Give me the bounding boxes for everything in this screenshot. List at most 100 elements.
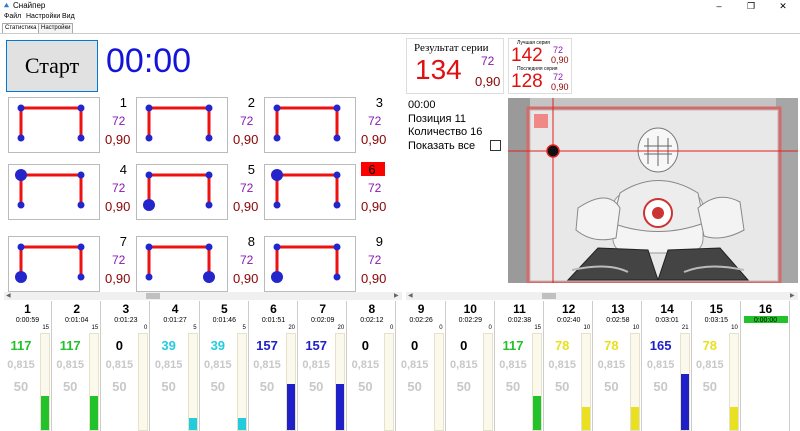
info-count: Количество 16 [408,126,482,140]
target-dot-icon [143,199,155,211]
shot-level-bar [433,333,444,431]
target-dot-icon [145,171,153,179]
position-number: 6 [361,162,385,177]
shot-column[interactable]: 15 0:03:15 10 78 0,815 50 [692,301,741,431]
shot-number: 7 [319,302,327,316]
shot-time: 0:01:27 [163,317,187,324]
shot-column[interactable]: 16 0:00:00 [742,301,790,431]
shot-column[interactable]: 2 0:01:04 15 117 0,815 50 [53,301,102,431]
shot-column[interactable]: 14 0:03:01 21 165 0,815 50 [643,301,692,431]
shot-level-fill [188,418,197,430]
position-cell[interactable]: 7 72 0,90 [8,234,130,299]
close-button[interactable]: ✕ [770,0,796,12]
target-dot-icon [333,201,341,209]
scroll-right-icon[interactable]: ▶ [790,292,795,299]
shot-column[interactable]: 8 0:02:12 0 0 0,815 50 [348,301,397,431]
series-result-label: Результат серии [414,42,489,54]
shot-value: 165 [649,338,672,353]
shot-count: 0 [144,325,148,331]
shot-level-bar [482,333,493,431]
scroll-left-icon[interactable]: ◀ [408,292,413,299]
target-dot-icon [77,201,85,209]
shot-column[interactable]: 5 0:01:46 5 39 0,815 50 [200,301,249,431]
shot-column[interactable]: 13 0:02:58 10 78 0,815 50 [594,301,643,431]
position-number: 5 [247,162,255,177]
target-dot-icon [203,271,215,283]
shot-time: 0:01:23 [114,317,138,324]
shot-threshold: 50 [702,379,718,394]
shot-ratio: 0,815 [597,359,626,371]
shot-count: 15 [534,325,541,331]
shot-level-fill [680,374,689,430]
menu-file[interactable]: Файл [4,13,21,20]
shot-level-fill [631,406,640,430]
shot-time: 0:02:29 [458,317,482,324]
target-dot-icon [17,243,25,251]
shot-column[interactable]: 1 0:00:59 15 117 0,815 50 [4,301,52,431]
best-last-series-panel: Лучшая серия 142 72 0,90 Последняя серия… [508,38,572,94]
position-cell[interactable]: 4 72 0,90 [8,162,130,227]
show-all-label: Показать все [408,139,476,152]
scroll-thumb[interactable] [146,293,160,299]
video-scrollbar[interactable]: ◀ ▶ [406,292,798,300]
shot-column[interactable]: 10 0:02:29 0 0 0,815 50 [446,301,495,431]
position-cell[interactable]: 1 72 0,90 [8,95,130,160]
title-bar: Снайпер – ❐ ✕ [0,0,800,12]
scroll-thumb[interactable] [542,293,556,299]
position-cell[interactable]: 9 72 0,90 [264,234,386,299]
shot-count: 5 [193,325,197,331]
shot-level-bar [138,333,149,431]
target-dot-icon [17,104,25,112]
info-position-value: 11 [454,112,466,125]
show-all-checkbox[interactable] [490,140,501,151]
positions-scrollbar[interactable]: ◀ ▶ [4,292,402,300]
shot-time: 0:03:01 [655,317,679,324]
shot-column[interactable]: 4 0:01:27 5 39 0,815 50 [151,301,200,431]
shot-ratio: 0,815 [450,359,478,371]
last-series-value: 128 [511,71,543,92]
shot-column[interactable]: 7 0:02:09 20 157 0,815 50 [299,301,348,431]
shot-time: 0:02:09 [311,317,335,324]
start-button[interactable]: Старт [6,40,98,92]
shot-time: 0:01:46 [212,317,236,324]
position-cell[interactable]: 8 72 0,90 [136,234,258,299]
target-dot-icon [145,134,153,142]
scroll-left-icon[interactable]: ◀ [6,292,11,299]
tab-statistics[interactable]: Статистика [2,23,40,33]
menu-view[interactable]: Вид [62,13,75,20]
minimize-button[interactable]: – [706,0,732,12]
maximize-button[interactable]: ❐ [738,0,764,12]
shot-column[interactable]: 6 0:01:51 20 157 0,815 50 [250,301,298,431]
menu-settings[interactable]: Настройки [26,13,60,20]
position-value-2: 0,90 [233,132,259,147]
goal-diagram [136,164,228,220]
shot-column[interactable]: 11 0:02:38 15 117 0,815 50 [496,301,544,431]
info-position-label: Позиция [408,112,452,125]
position-cell[interactable]: 3 72 0,90 [264,95,386,160]
shot-column[interactable]: 12 0:02:40 10 78 0,815 50 [545,301,594,431]
menu-bar: Файл Настройки Вид [0,12,800,23]
shot-level-bar [581,333,592,431]
shot-time: 0:02:38 [507,317,532,324]
goal-diagram [264,236,356,292]
shot-column[interactable]: 9 0:02:26 0 0 0,815 50 [397,301,446,431]
shot-ratio: 0,815 [302,359,330,371]
target-dot-icon [333,273,341,281]
shot-column[interactable]: 3 0:01:23 0 0 0,815 50 [102,301,151,431]
tab-settings[interactable]: Настройки [38,23,74,33]
position-value-2: 0,90 [361,199,387,214]
best-series-sub2: 0,90 [551,55,569,65]
position-cell[interactable]: 6 72 0,90 [264,162,387,227]
target-dot-icon [205,104,213,112]
target-dot-icon [205,134,213,142]
shot-level-bar [384,333,395,431]
shot-number: 6 [270,302,277,316]
goal-diagram [8,164,100,220]
position-cell[interactable]: 5 72 0,90 [136,162,258,227]
scroll-right-icon[interactable]: ▶ [394,292,399,299]
target-dot-icon [17,134,25,142]
shot-count: 15 [42,325,49,331]
shot-count: 15 [91,325,99,331]
position-cell[interactable]: 2 72 0,90 [136,95,259,160]
shot-threshold: 50 [62,379,78,394]
